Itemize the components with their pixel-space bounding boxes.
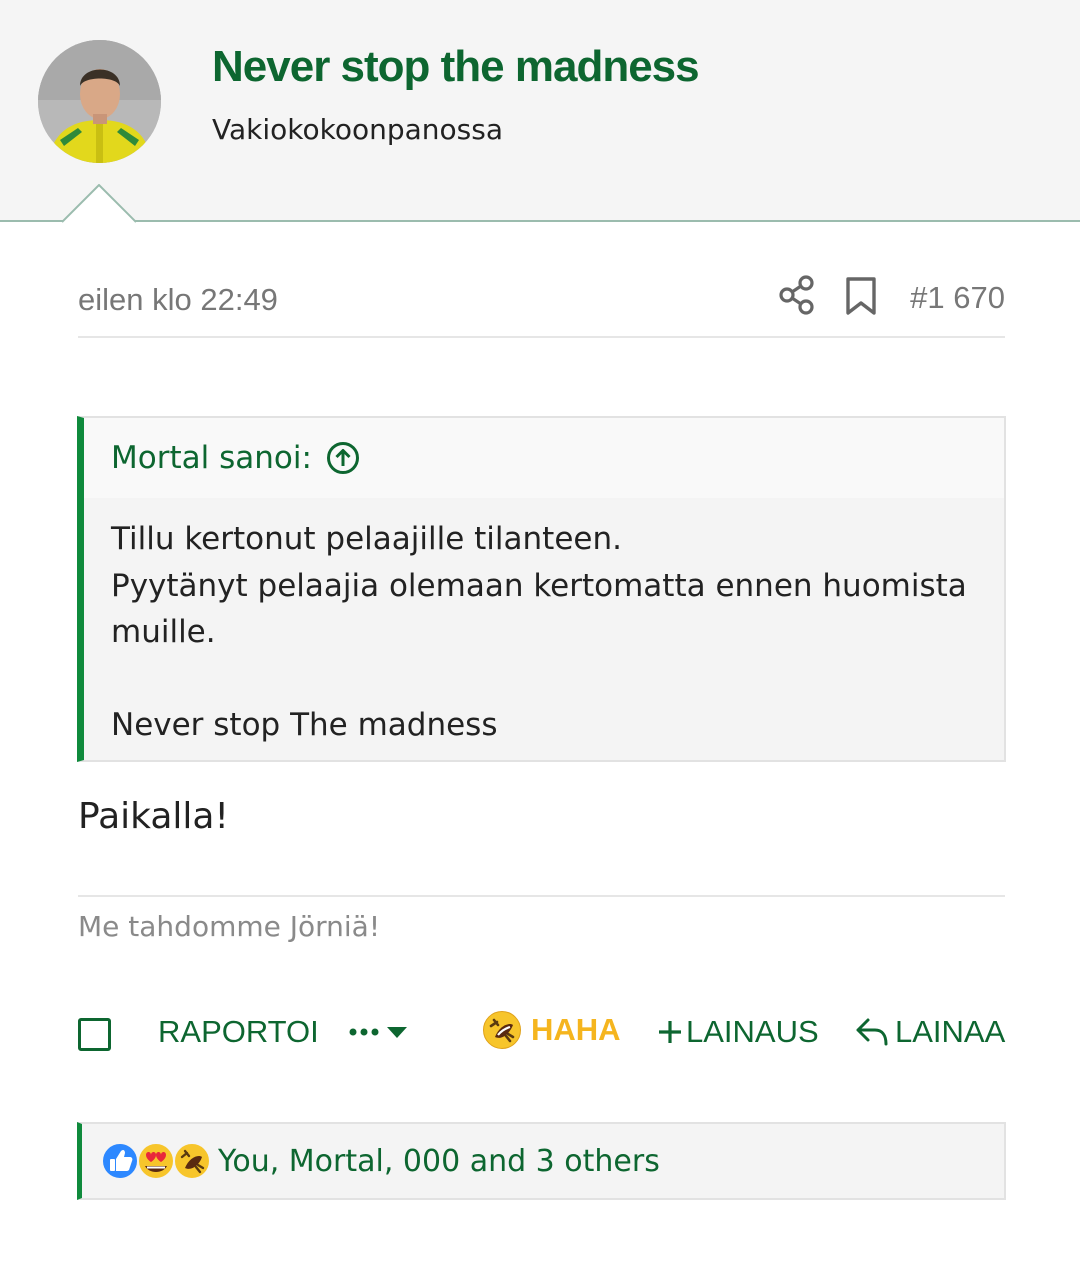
reaction-icons [101, 1142, 211, 1180]
more-dots-icon[interactable] [348, 1018, 410, 1048]
select-checkbox[interactable] [78, 1018, 111, 1051]
quote-content: Tillu kertonut pelaajille tilanteen. Pyy… [111, 516, 991, 749]
chevron-down-icon [387, 1027, 407, 1038]
plus-icon[interactable] [658, 1019, 682, 1045]
quote-line: muille. [111, 614, 216, 650]
haha-label[interactable]: HAHA [531, 1012, 621, 1048]
heart-eyes-icon [137, 1142, 175, 1180]
multi-quote-label[interactable]: LAINAUS [686, 1014, 819, 1050]
reply-label[interactable]: LAINAA [895, 1014, 1005, 1050]
thread-header: Never stop the madness Vakiokokoonpanoss… [0, 0, 1080, 223]
quote-line: Pyytänyt pelaajia olemaan kertomatta enn… [111, 567, 967, 604]
post-timestamp[interactable]: eilen klo 22:49 [78, 282, 278, 318]
quote-block: Mortal sanoi: Tillu kertonut pelaajille … [77, 416, 1006, 762]
quote-line: Never stop The madness [111, 707, 498, 743]
author-avatar[interactable] [38, 40, 161, 163]
reply-arrow-icon[interactable] [855, 1016, 889, 1048]
post-number[interactable]: #1 670 [910, 280, 1005, 316]
haha-reaction-button[interactable]: HAHA [482, 1010, 621, 1050]
like-icon [101, 1142, 139, 1180]
post-actions: RAPORTOI HAHA LAINAUS LAINAA [78, 1010, 1005, 1058]
signature: Me tahdomme Jörniä! [78, 910, 381, 943]
thread-title[interactable]: Never stop the madness [212, 42, 700, 92]
multi-quote-button[interactable]: LAINAUS [658, 1014, 819, 1050]
report-label[interactable]: RAPORTOI [158, 1014, 319, 1050]
header-notch [62, 184, 136, 223]
author-rank: Vakiokokoonpanossa [212, 113, 503, 146]
reply-button[interactable]: LAINAA [855, 1014, 1005, 1050]
quote-line: Tillu kertonut pelaajille tilanteen. [111, 521, 622, 557]
quote-author-label[interactable]: Mortal sanoi: [111, 440, 312, 476]
reaction-summary[interactable]: You, Mortal, 000 and 3 others [218, 1144, 660, 1179]
bookmark-icon[interactable] [844, 276, 878, 316]
arrow-up-circle-icon[interactable] [326, 441, 360, 475]
report-button[interactable]: RAPORTOI [158, 1014, 319, 1050]
rofl-icon[interactable] [482, 1010, 522, 1050]
quote-line [111, 656, 991, 703]
reactions-bar[interactable]: You, Mortal, 000 and 3 others [77, 1122, 1006, 1200]
share-icon[interactable] [778, 274, 816, 316]
quote-author[interactable]: Mortal sanoi: [111, 440, 360, 476]
rofl-icon [173, 1142, 211, 1180]
post-body: Paikalla! [78, 796, 229, 837]
more-menu-button[interactable] [348, 1018, 410, 1048]
post-meta: eilen klo 22:49 #1 670 [78, 272, 1005, 338]
signature-divider [78, 895, 1005, 897]
